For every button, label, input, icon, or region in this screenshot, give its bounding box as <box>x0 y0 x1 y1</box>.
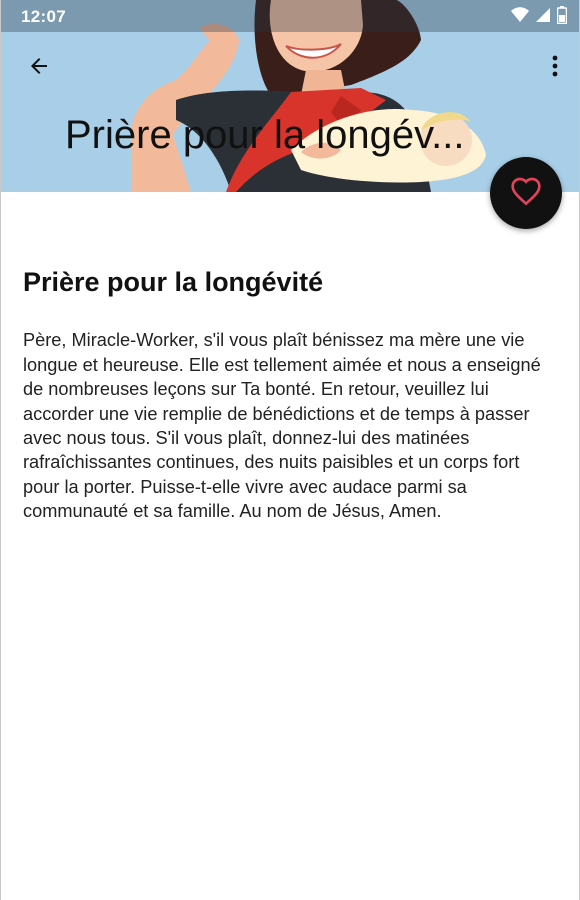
article-body: Père, Miracle-Worker, s'il vous plaît bé… <box>23 330 541 522</box>
heart-outline-icon <box>510 176 542 211</box>
screen: 12:07 Prière pour la longév... Prière po… <box>0 0 580 900</box>
arrow-left-icon <box>27 54 51 83</box>
status-time: 12:07 <box>21 7 66 26</box>
battery-icon <box>556 5 568 29</box>
signal-icon <box>535 7 551 28</box>
status-icons <box>511 5 568 29</box>
status-bar: 12:07 <box>1 0 579 32</box>
article-title: Prière pour la longévité <box>23 267 324 297</box>
favorite-button[interactable] <box>490 157 562 229</box>
back-button[interactable] <box>19 50 59 86</box>
article-content: Prière pour la longévité Père, Miracle-W… <box>23 266 553 524</box>
toolbar-title: Prière pour la longév... <box>65 113 465 157</box>
wifi-icon <box>511 6 529 28</box>
more-vertical-icon <box>552 55 558 82</box>
overflow-menu-button[interactable] <box>543 50 567 86</box>
header-banner: 12:07 Prière pour la longév... <box>1 0 579 192</box>
